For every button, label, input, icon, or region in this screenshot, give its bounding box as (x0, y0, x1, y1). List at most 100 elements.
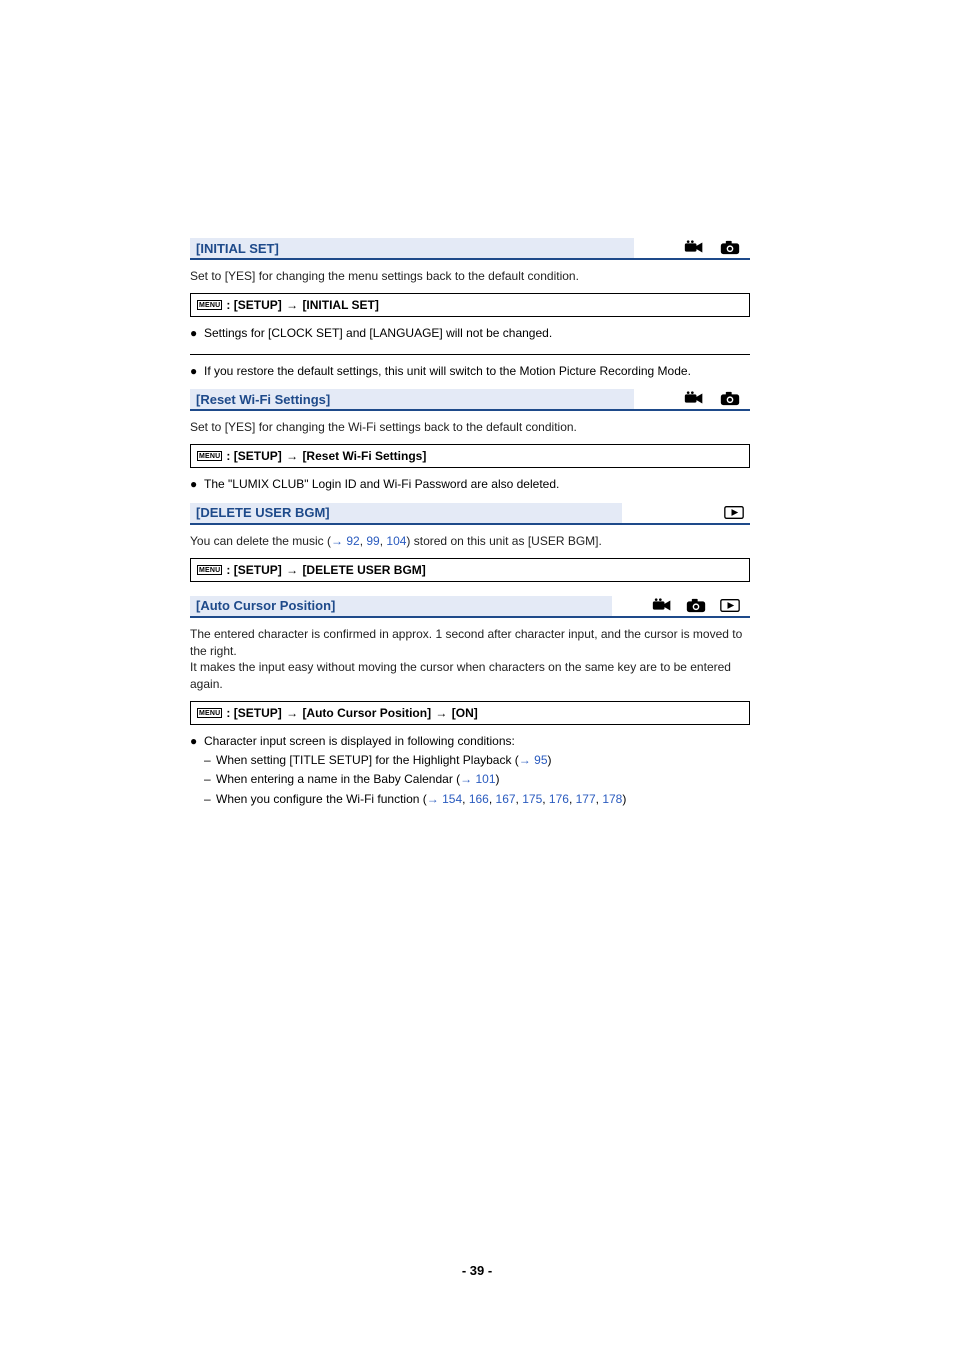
bullet-text: Character input screen is displayed in f… (204, 733, 515, 750)
path-part: [SETUP] (234, 563, 282, 577)
sub-item: – When you configure the Wi-Fi function … (190, 791, 750, 808)
page-link-92[interactable]: 92 (346, 534, 359, 548)
section-title-box: [Reset Wi-Fi Settings] (190, 389, 634, 409)
path-part: [DELETE USER BGM] (302, 563, 425, 577)
link-arrow-icon: → (460, 772, 475, 786)
path-part: [ON] (452, 706, 478, 720)
divider-line (190, 354, 750, 355)
path-part: [SETUP] (234, 706, 282, 720)
page-link-154[interactable]: 154 (442, 792, 462, 806)
path-part: [SETUP] (234, 298, 282, 312)
section-title: [Reset Wi-Fi Settings] (196, 392, 330, 407)
desc-text: ) stored on this unit as [USER BGM]. (406, 534, 601, 548)
menu-path-box: MENU : [SETUP] → [DELETE USER BGM] (190, 558, 750, 582)
path-arrow: → (431, 706, 452, 720)
page-link-166[interactable]: 166 (469, 792, 489, 806)
bullet-text: The "LUMIX CLUB" Login ID and Wi-Fi Pass… (204, 476, 559, 493)
menu-path-box: MENU : [SETUP] → [Auto Cursor Position] … (190, 701, 750, 725)
section-header-reset-wifi: [Reset Wi-Fi Settings] (190, 389, 750, 411)
sub-text-part: ) (496, 772, 500, 786)
section-header-delete-bgm: [DELETE USER BGM] (190, 503, 750, 525)
bullet-item: ● Settings for [CLOCK SET] and [LANGUAGE… (190, 325, 750, 342)
page-link-99[interactable]: 99 (366, 534, 379, 548)
path-arrow: → (282, 563, 303, 577)
path-colon: : (226, 706, 233, 720)
bullet-dot: ● (190, 363, 204, 380)
link-arrow-icon: → (331, 534, 346, 548)
path-colon: : (226, 563, 233, 577)
sub-text-part: When entering a name in the Baby Calenda… (216, 772, 460, 786)
path-arrow: → (282, 298, 303, 312)
section-header-initial-set: [INITIAL SET] (190, 238, 750, 260)
section-title: [INITIAL SET] (196, 241, 279, 256)
photo-mode-icon (720, 391, 740, 407)
page-number: - 39 - (0, 1263, 954, 1278)
bullet-text: Settings for [CLOCK SET] and [LANGUAGE] … (204, 325, 552, 342)
menu-path: : [SETUP] → [Auto Cursor Position] → [ON… (226, 706, 477, 720)
bullet-dot: ● (190, 325, 204, 342)
playback-mode-icon (724, 505, 744, 521)
page-link-101[interactable]: 101 (476, 772, 496, 786)
menu-icon: MENU (197, 708, 222, 718)
section-title: [Auto Cursor Position] (196, 598, 335, 613)
page-link-178[interactable]: 178 (602, 792, 622, 806)
menu-icon: MENU (197, 300, 222, 310)
link-arrow-icon: → (519, 753, 534, 767)
path-arrow: → (282, 706, 303, 720)
page-link-176[interactable]: 176 (549, 792, 569, 806)
playback-mode-icon (720, 598, 740, 614)
sub-dash: – (204, 752, 216, 769)
bullet-dot: ● (190, 733, 204, 750)
comma: , (489, 792, 496, 806)
section-desc: You can delete the music (→ 92, 99, 104)… (190, 533, 750, 550)
video-mode-icon (684, 391, 704, 407)
section-title-box: [DELETE USER BGM] (190, 503, 622, 523)
bullet-item: ● The "LUMIX CLUB" Login ID and Wi-Fi Pa… (190, 476, 750, 493)
video-mode-icon (684, 240, 704, 256)
section-title: [DELETE USER BGM] (196, 505, 330, 520)
section-title-box: [INITIAL SET] (190, 238, 634, 258)
page-root: [INITIAL SET] Set to [YES] for changing … (0, 0, 954, 1348)
sub-dash: – (204, 791, 216, 808)
bullet-item: ● Character input screen is displayed in… (190, 733, 750, 750)
bullet-item: ● If you restore the default settings, t… (190, 363, 750, 380)
path-arrow: → (282, 449, 303, 463)
path-part: [Auto Cursor Position] (302, 706, 431, 720)
sub-dash: – (204, 771, 216, 788)
menu-path: : [SETUP] → [INITIAL SET] (226, 298, 378, 312)
page-link-167[interactable]: 167 (496, 792, 516, 806)
path-part: [INITIAL SET] (302, 298, 378, 312)
menu-path-box: MENU : [SETUP] → [INITIAL SET] (190, 293, 750, 317)
content-column: [INITIAL SET] Set to [YES] for changing … (190, 238, 750, 808)
sub-item: – When setting [TITLE SETUP] for the Hig… (190, 752, 750, 769)
page-link-104[interactable]: 104 (386, 534, 406, 548)
sub-item: – When entering a name in the Baby Calen… (190, 771, 750, 788)
menu-path-box: MENU : [SETUP] → [Reset Wi-Fi Settings] (190, 444, 750, 468)
sub-text-part: ) (622, 792, 626, 806)
section-header-auto-cursor: [Auto Cursor Position] (190, 596, 750, 618)
photo-mode-icon (686, 598, 706, 614)
sub-text: When setting [TITLE SETUP] for the Highl… (216, 752, 552, 769)
path-colon: : (226, 298, 233, 312)
link-arrow-icon: → (427, 792, 442, 806)
comma: , (462, 792, 469, 806)
mode-icon-strip (612, 596, 750, 616)
mode-icon-strip (634, 389, 750, 409)
video-mode-icon (652, 598, 672, 614)
menu-icon: MENU (197, 451, 222, 461)
mode-icon-strip (622, 503, 750, 523)
section-desc: Set to [YES] for changing the Wi-Fi sett… (190, 419, 750, 436)
path-part: [Reset Wi-Fi Settings] (302, 449, 426, 463)
comma: , (569, 792, 576, 806)
page-link-177[interactable]: 177 (576, 792, 596, 806)
page-link-175[interactable]: 175 (522, 792, 542, 806)
section-title-box: [Auto Cursor Position] (190, 596, 612, 616)
bullet-dot: ● (190, 476, 204, 493)
page-link-95[interactable]: 95 (534, 753, 547, 767)
menu-icon: MENU (197, 565, 222, 575)
sub-text: When entering a name in the Baby Calenda… (216, 771, 500, 788)
photo-mode-icon (720, 240, 740, 256)
comma: , (542, 792, 549, 806)
mode-icon-strip (634, 238, 750, 258)
section-desc: The entered character is confirmed in ap… (190, 626, 750, 693)
